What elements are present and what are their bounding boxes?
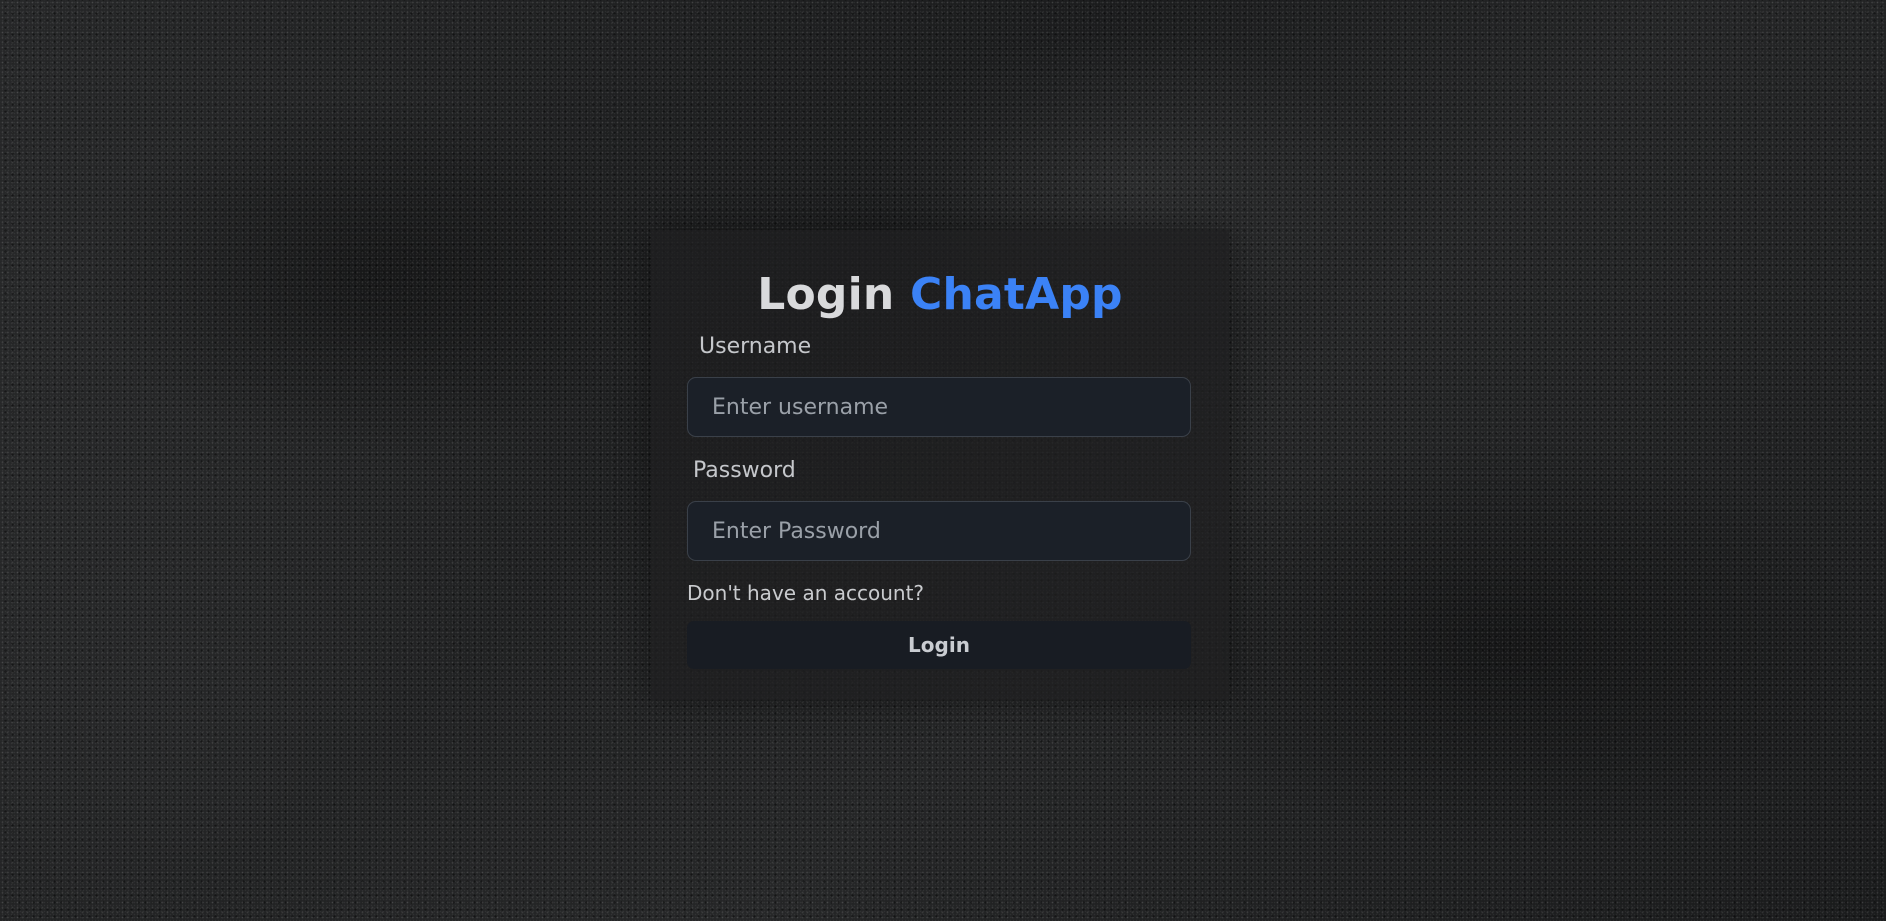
login-card: Login ChatApp Username Password Don't ha…	[651, 230, 1229, 700]
login-title-prefix: Login	[757, 269, 895, 320]
login-button[interactable]: Login	[687, 621, 1191, 669]
login-title: Login ChatApp	[687, 230, 1193, 322]
app-brand-name: ChatApp	[909, 269, 1123, 320]
password-input[interactable]	[687, 501, 1191, 561]
username-label: Username	[699, 334, 812, 359]
signup-link[interactable]: Don't have an account?	[687, 579, 1193, 607]
password-label: Password	[693, 458, 796, 483]
username-input[interactable]	[687, 377, 1191, 437]
